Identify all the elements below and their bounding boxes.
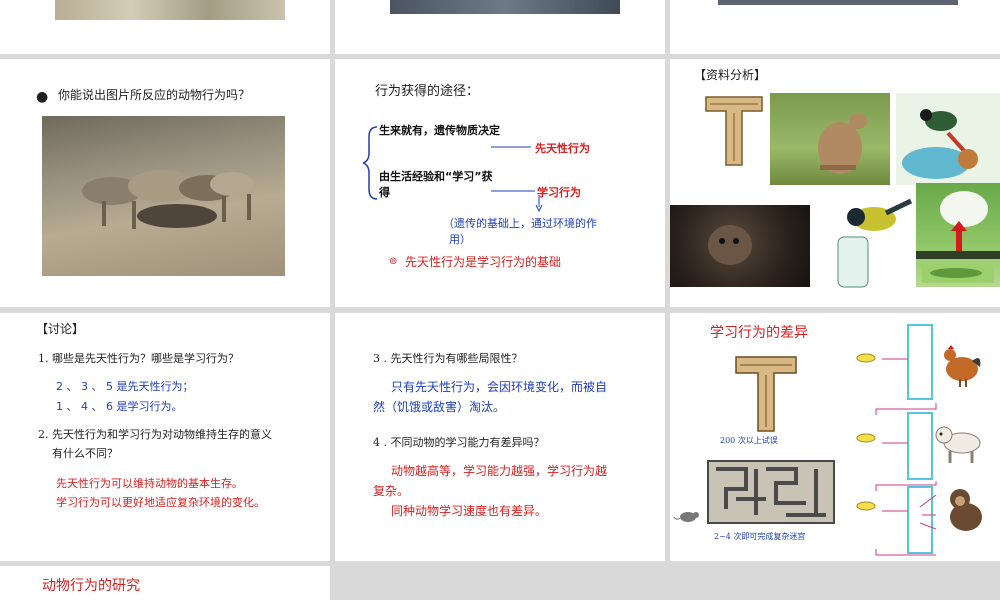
t-maze-diagram xyxy=(735,356,797,432)
data-analysis-heading: 【资料分析】 xyxy=(694,68,767,82)
target-icon: ⊚ xyxy=(389,256,398,267)
slide-data-analysis[interactable]: 【资料分析】 xyxy=(670,59,1000,307)
slide-thumb-3[interactable] xyxy=(670,0,1000,54)
branch-learned-1: 由生活经验和“学习”获 xyxy=(379,170,493,183)
slide-acquisition[interactable]: 行为获得的途径： 生来就有，遗传物质决定 先天性行为 由生活经验和“学习”获 得… xyxy=(335,59,665,307)
question-2-line-2: 有什么不同？ xyxy=(52,447,118,460)
water-photo xyxy=(390,0,620,14)
caption-maze: 2~4 次即可完成复杂迷宫 xyxy=(714,532,806,541)
tit-bird-bottle-photo xyxy=(816,193,916,291)
kangaroo-photo xyxy=(770,93,890,185)
question-text: 你能说出图片所反应的动物行为吗？ xyxy=(58,88,251,102)
scene-photo xyxy=(718,0,958,5)
slide-discussion[interactable]: 【讨论】 1. 哪些是先天性行为？哪些是学习行为？ 2 、 3 、 5 是先天性… xyxy=(0,313,330,561)
bullet-icon: ● xyxy=(36,89,49,105)
answer-1-line-2: 1 、 4 、 6 是学习行为。 xyxy=(56,400,183,413)
label-learned: 学习行为 xyxy=(537,186,581,199)
slide-learning-differences[interactable]: 学习行为的差异 200 次以上试误 2~4 次即可完成复杂迷宫 xyxy=(670,313,1000,561)
label-innate: 先天性行为 xyxy=(535,142,590,155)
wolves-photo xyxy=(42,116,285,276)
answer-4-line-3: 同种动物学习速度也有差异。 xyxy=(391,504,548,518)
acquisition-heading: 行为获得的途径： xyxy=(375,84,480,99)
mouse-icon xyxy=(674,512,699,522)
rooster-icon xyxy=(944,345,981,387)
complex-maze-diagram xyxy=(707,460,835,524)
branch-learned-2: 得 xyxy=(379,186,390,199)
learning-differences-title: 学习行为的差异 xyxy=(710,325,808,341)
answer-4-line-2: 复杂。 xyxy=(373,484,410,498)
wolves-illustration xyxy=(82,170,254,229)
question-4: 4 . 不同动物的学习能力有差异吗？ xyxy=(373,436,545,449)
monkey-icon xyxy=(950,489,982,531)
slide-thumb-1[interactable] xyxy=(0,0,330,54)
question-3: 3 . 先天性行为有哪些局限性？ xyxy=(373,352,523,365)
chimpanzee-photo xyxy=(670,205,810,287)
answer-2-line-2: 学习行为可以更好地适应复杂环境的变化。 xyxy=(56,496,265,509)
research-title: 动物行为的研究 xyxy=(42,578,140,594)
note-line-1: （遗传的基础上，通过环境的作 xyxy=(443,217,597,230)
bird-drinking-photo xyxy=(896,93,1000,185)
note-line-2: 用） xyxy=(449,233,471,246)
answer-1-line-1: 2 、 3 、 5 是先天性行为； xyxy=(56,380,194,393)
answer-3-line-1: 只有先天性行为，会因环境变化，而被自 xyxy=(391,380,608,394)
butterfly-caterpillar-photo xyxy=(916,183,1000,287)
dog-icon xyxy=(935,426,981,463)
question-2-line-1: 2. 先天性行为和学习行为对动物维持生存的意义 xyxy=(38,428,272,441)
slide-research[interactable]: 动物行为的研究 xyxy=(0,566,330,600)
slide-wolves[interactable]: ● 你能说出图片所反应的动物行为吗？ xyxy=(0,59,330,307)
slide-thumb-2[interactable] xyxy=(335,0,665,54)
animals-photo xyxy=(55,0,285,20)
t-maze-image xyxy=(705,96,763,166)
answer-2-line-1: 先天性行为可以维持动物的基本生存。 xyxy=(56,477,243,490)
conclusion-text: 先天性行为是学习行为的基础 xyxy=(405,255,562,269)
question-1: 1. 哪些是先天性行为？哪些是学习行为？ xyxy=(38,352,239,365)
answer-4-line-1: 动物越高等，学习能力越强，学习行为越 xyxy=(391,464,608,478)
slide-limitations[interactable]: 3 . 先天性行为有哪些局限性？ 只有先天性行为，会因环境变化，而被自 然（饥饿… xyxy=(335,313,665,561)
branch-innate: 生来就有，遗传物质决定 xyxy=(379,124,500,137)
caption-trials: 200 次以上试误 xyxy=(720,436,778,445)
answer-3-line-2: 然（饥饿或敌害）淘汰。 xyxy=(373,400,506,414)
discussion-heading: 【讨论】 xyxy=(36,322,85,336)
